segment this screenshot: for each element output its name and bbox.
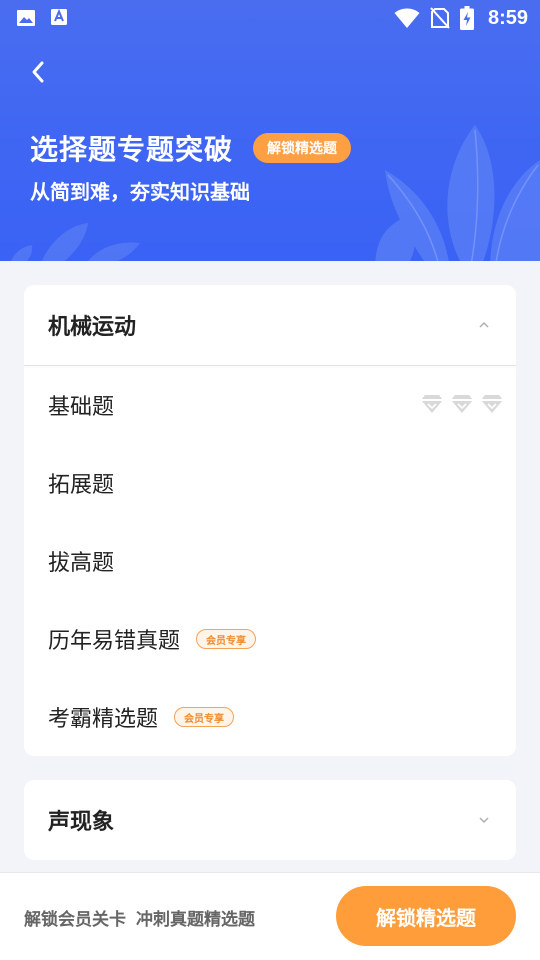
gem-icon	[481, 395, 503, 413]
app-screen: 8:59 选择题专题突破 解锁精选题 从简到难，夯实知识基础 机械运动 基础题	[0, 0, 540, 960]
vip-badge: 会员专享	[174, 707, 235, 727]
a-badge-icon	[51, 8, 67, 25]
page-title: 选择题专题突破	[30, 133, 234, 166]
list-item-label: 基础题	[48, 395, 115, 420]
chevron-left-icon	[32, 61, 44, 83]
bottom-note-1: 解锁会员关卡	[24, 910, 126, 930]
bottom-note-2: 冲刺真题精选题	[136, 910, 255, 930]
section-header[interactable]: 机械运动	[24, 285, 516, 365]
section-card-sound: 声现象	[24, 780, 516, 860]
leaf-decoration-icon	[375, 125, 540, 261]
section-card-mechanical-motion: 机械运动 基础题 拓展题 拔高题 历年易错真题 会员专享 考霸精选题 会员专享	[24, 285, 516, 756]
chevron-down-icon	[479, 817, 489, 824]
gem-icon	[451, 395, 473, 413]
unlock-badge[interactable]: 解锁精选题	[253, 133, 352, 163]
battery-charging-icon	[459, 6, 474, 30]
list-item-label: 历年易错真题	[48, 629, 181, 654]
list-item-label: 拓展题	[48, 473, 115, 498]
gem-icon	[421, 395, 443, 413]
section-title: 机械运动	[48, 315, 137, 340]
chevron-up-icon	[479, 321, 489, 328]
title-row: 选择题专题突破 解锁精选题	[30, 128, 352, 168]
list-item-label: 拔高题	[48, 551, 115, 576]
leaf-decoration-left-icon	[11, 223, 140, 261]
wifi-icon	[394, 8, 420, 28]
section-header[interactable]: 声现象	[24, 780, 516, 860]
vip-badge: 会员专享	[196, 629, 257, 649]
status-bar: 8:59	[0, 0, 540, 36]
list-item-advanced[interactable]: 拔高题	[24, 522, 516, 600]
list-item-basic[interactable]: 基础题	[24, 366, 516, 444]
section-title: 声现象	[48, 810, 115, 835]
list-item-top-picks[interactable]: 考霸精选题 会员专享	[24, 678, 516, 756]
difficulty-gems	[420, 394, 504, 414]
list-item-extended[interactable]: 拓展题	[24, 444, 516, 522]
unlock-button[interactable]: 解锁精选题	[336, 886, 516, 946]
list-item-past-errors[interactable]: 历年易错真题 会员专享	[24, 600, 516, 678]
back-button[interactable]	[22, 56, 54, 88]
no-sim-icon	[430, 7, 450, 29]
header-banner: 8:59 选择题专题突破 解锁精选题 从简到难，夯实知识基础	[0, 0, 540, 261]
page-subtitle: 从简到难，夯实知识基础	[30, 180, 250, 204]
bottom-bar: 解锁会员关卡 冲刺真题精选题 解锁精选题	[0, 872, 540, 960]
list-item-label: 考霸精选题	[48, 707, 159, 732]
status-time: 8:59	[487, 6, 528, 29]
bottom-note: 解锁会员关卡 冲刺真题精选题	[24, 905, 255, 930]
image-icon	[17, 10, 35, 26]
